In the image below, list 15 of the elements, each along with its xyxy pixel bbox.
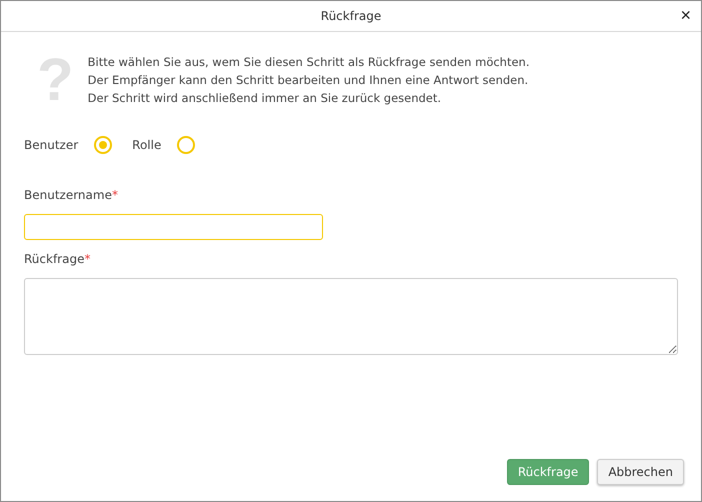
field-label: Benutzername xyxy=(24,188,112,202)
question-icon: ? xyxy=(37,50,74,110)
text-area[interactable] xyxy=(24,278,678,355)
close-button[interactable]: × xyxy=(678,6,693,24)
required-mark: * xyxy=(84,252,90,266)
input-field[interactable] xyxy=(24,214,323,240)
radio-button[interactable] xyxy=(177,136,196,154)
required-mark: * xyxy=(112,188,118,202)
window-title: Rückfrage xyxy=(320,9,382,23)
radio-label: Rolle xyxy=(132,138,162,152)
cancel-button[interactable]: Abbrechen xyxy=(597,459,684,485)
field-label: Rückfrage xyxy=(24,252,84,266)
radio-button[interactable] xyxy=(94,136,112,154)
intro-text: Bitte wählen Sie aus, wem Sie diesen Schritt als Rückfrage senden möchten. Der Empfänger kann den Schritt bearbeiten und Ihnen eine Antwort senden. Der Schritt wird anschließend immer an Sie zurück gesendet. xyxy=(88,54,530,107)
radio-label: Benutzer xyxy=(24,138,78,152)
